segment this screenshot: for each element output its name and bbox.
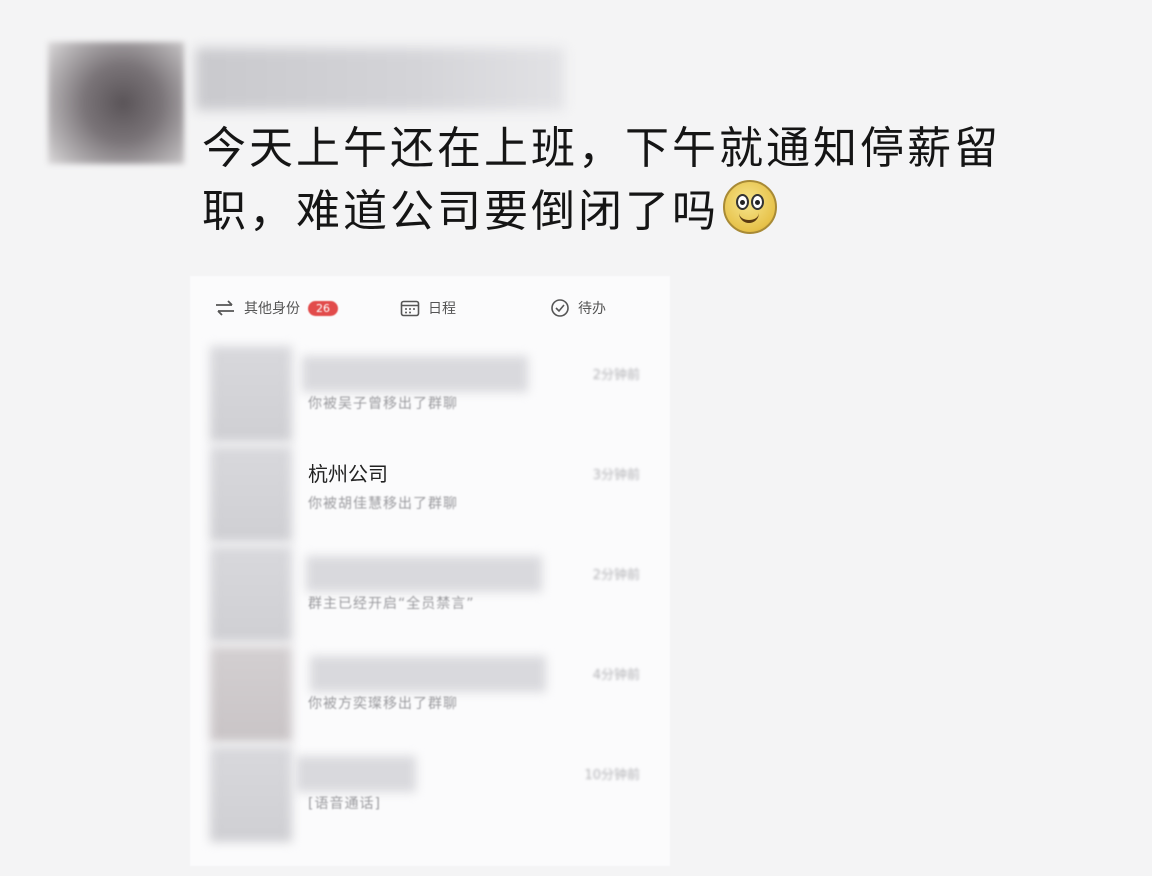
chat-preview: 群主已经开启“全员禁言” [308,596,475,612]
chat-avatar [210,446,292,542]
chat-time: 2分钟前 [592,568,640,583]
tab-other-identities[interactable]: 其他身份 26 [214,298,338,318]
chat-preview: 你被方奕璨移出了群聊 [308,696,458,712]
chat-avatar [210,746,292,842]
chat-avatar [210,546,292,642]
chat-row[interactable]: 你被方奕璨移出了群聊 4分钟前 [210,646,650,742]
chat-preview: 你被吴子曾移出了群聊 [308,396,458,412]
chat-time: 10分钟前 [584,768,640,783]
post-text-content: 今天上午还在上班，下午就通知停薪留职，难道公司要倒闭了吗 [202,123,1001,237]
chat-time: 4分钟前 [592,668,640,683]
calendar-icon [400,300,420,317]
unread-badge: 26 [308,300,338,316]
chat-time: 3分钟前 [592,468,640,483]
chat-preview: 你被胡佳慧移出了群聊 [308,496,458,512]
tab-schedule[interactable]: 日程 [400,298,456,318]
switch-arrows-icon [216,300,234,316]
chat-name: 杭州公司 [308,462,388,486]
avatar[interactable] [48,42,184,164]
chat-time: 2分钟前 [592,368,640,383]
chat-name-redacted [306,556,542,592]
chat-name-redacted [296,756,416,792]
tab-todo[interactable]: 待办 [550,298,606,318]
chat-row[interactable]: 你被吴子曾移出了群聊 2分钟前 [210,346,650,442]
social-post: 今天上午还在上班，下午就通知停薪留职，难道公司要倒闭了吗 其他身份 26 日程 [0,0,1152,876]
chat-preview: [语音通话] [308,796,381,812]
tab-bar: 其他身份 26 日程 待办 [210,290,660,330]
smile-emoji-icon [723,180,777,234]
post-text: 今天上午还在上班，下午就通知停薪留职，难道公司要倒闭了吗 [202,118,1082,243]
chat-row[interactable]: 杭州公司 你被胡佳慧移出了群聊 3分钟前 [210,446,650,542]
chat-row[interactable]: 群主已经开启“全员禁言” 2分钟前 [210,546,650,642]
chat-name-redacted [310,656,546,692]
chat-row[interactable]: [语音通话] 10分钟前 [210,746,650,842]
chat-avatar [210,346,292,442]
tab-label: 其他身份 [244,301,300,317]
tab-label: 日程 [428,301,456,317]
chat-name-redacted [302,356,528,392]
tab-label: 待办 [578,301,606,317]
chat-avatar [210,646,292,742]
check-circle-icon [551,299,569,317]
username-redacted [196,48,564,110]
